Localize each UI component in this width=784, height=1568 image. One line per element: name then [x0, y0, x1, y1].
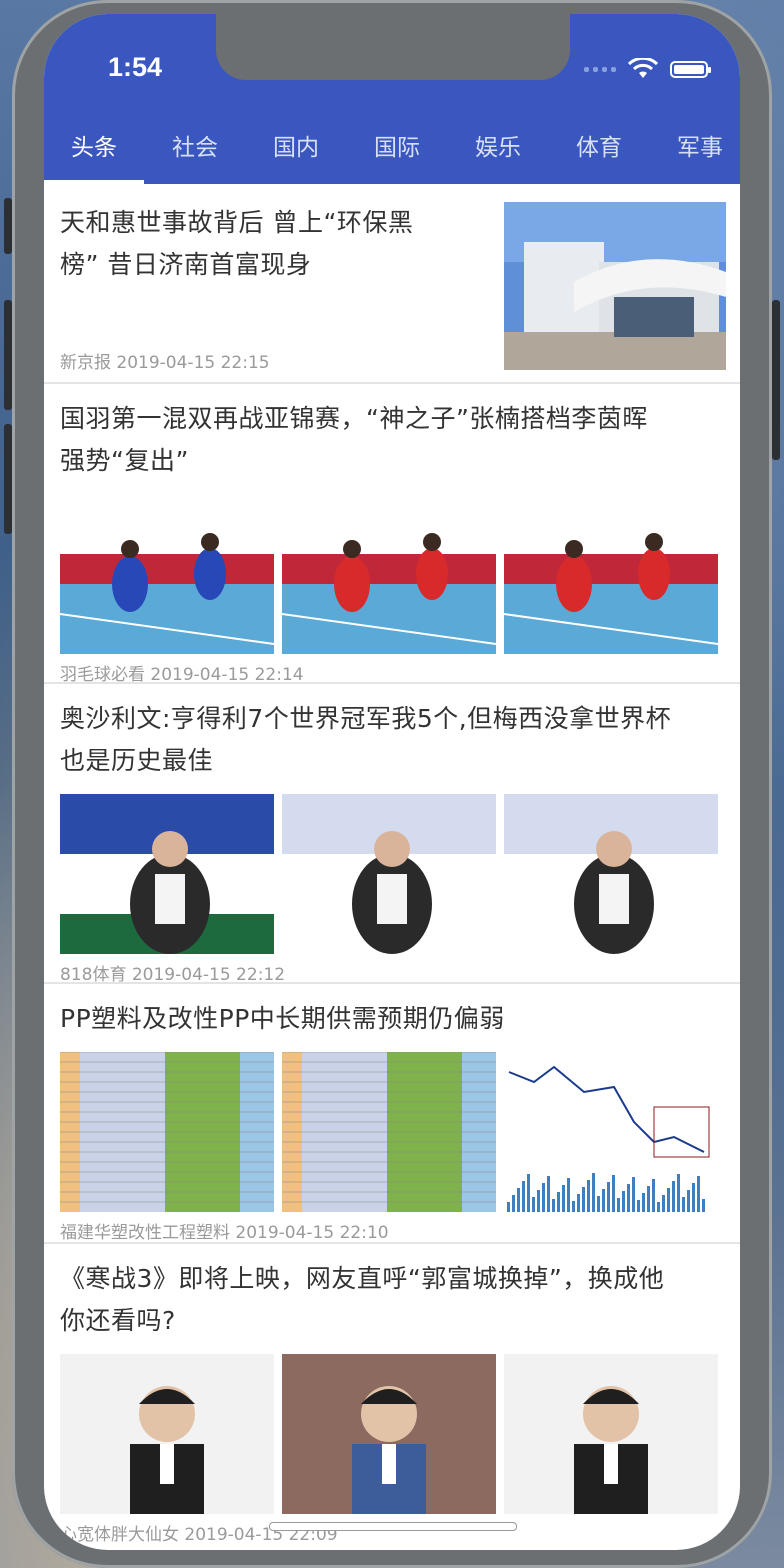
- tab-2[interactable]: 国内: [246, 128, 346, 162]
- article-title-line: PP塑料及改性PP中长期供需预期仍偏弱: [60, 1004, 505, 1033]
- badminton-photo-2[interactable]: [282, 494, 496, 654]
- volume-up-button: [4, 300, 12, 410]
- article-title-line: 奥沙利文:亨得利7个世界冠军我5个,但梅西没拿世界杯: [60, 704, 672, 733]
- article-title: 奥沙利文:亨得利7个世界冠军我5个,但梅西没拿世界杯 也是历史最佳: [60, 698, 730, 782]
- stock-chart-image[interactable]: [504, 1052, 718, 1212]
- article-time: 2019-04-15 22:15: [116, 353, 270, 373]
- tab-6[interactable]: 军事: [650, 128, 740, 162]
- article-title-line: 国羽第一混双再战亚锦赛，“神之子”张楠搭档李茵晖: [60, 404, 648, 433]
- article-source: 新京报: [60, 353, 111, 373]
- snooker-photo-3[interactable]: [504, 794, 718, 954]
- article-time: 2019-04-15 22:10: [235, 1223, 389, 1243]
- camera-notch: [216, 14, 570, 80]
- status-icons: [584, 58, 711, 80]
- volume-down-button: [4, 424, 12, 534]
- badminton-photo-3[interactable]: [504, 494, 718, 654]
- badminton-photo-1[interactable]: [60, 494, 274, 654]
- app-screen: 1:54 头条 社会 国内 国际 娱乐 体育 军事 天和惠世事故背后 曾上“环保黑 榜” 昔日…: [44, 14, 740, 1550]
- active-tab-indicator: [44, 180, 144, 184]
- news-article[interactable]: 天和惠世事故背后 曾上“环保黑 榜” 昔日济南首富现身新京报 2019-04-15…: [44, 186, 740, 384]
- article-title: PP塑料及改性PP中长期供需预期仍偏弱: [60, 998, 730, 1040]
- snooker-photo-2[interactable]: [282, 794, 496, 954]
- article-title: 天和惠世事故背后 曾上“环保黑 榜” 昔日济南首富现身: [60, 202, 490, 286]
- home-indicator[interactable]: [269, 1522, 517, 1531]
- article-title-line: 你还看吗?: [60, 1306, 176, 1335]
- snooker-photo-1[interactable]: [60, 794, 274, 954]
- article-source: 福建华塑改性工程塑料: [60, 1223, 230, 1243]
- news-article[interactable]: 奥沙利文:亨得利7个世界冠军我5个,但梅西没拿世界杯 也是历史最佳 818体育 20…: [44, 682, 740, 985]
- article-title-line: 榜” 昔日济南首富现身: [60, 250, 312, 279]
- article-meta: 福建华塑改性工程塑料 2019-04-15 22:10: [60, 1218, 389, 1243]
- article-meta: 新京报 2019-04-15 22:15: [60, 348, 270, 373]
- actor-photo-1[interactable]: [60, 1354, 274, 1514]
- tab-3[interactable]: 国际: [347, 128, 447, 162]
- article-title-line: 也是历史最佳: [60, 746, 214, 775]
- power-button: [772, 300, 780, 460]
- news-article[interactable]: 国羽第一混双再战亚锦赛，“神之子”张楠搭档李茵晖 强势“复出” 羽毛球必看 2019…: [44, 382, 740, 685]
- article-title-line: 强势“复出”: [60, 446, 189, 475]
- mute-switch: [4, 198, 12, 254]
- article-title-line: 天和惠世事故背后 曾上“环保黑: [60, 208, 414, 237]
- spreadsheet-image-2[interactable]: [282, 1052, 496, 1212]
- news-article[interactable]: PP塑料及改性PP中长期供需预期仍偏弱福建华塑改性工程塑料 2019-04-15…: [44, 982, 740, 1244]
- article-title: 国羽第一混双再战亚锦赛，“神之子”张楠搭档李茵晖 强势“复出”: [60, 398, 730, 482]
- news-article[interactable]: 《寒战3》即将上映，网友直呼“郭富城换掉”，换成他 你还看吗? 心宽体胖大仙女 20…: [44, 1242, 740, 1550]
- spreadsheet-image-1[interactable]: [60, 1052, 274, 1212]
- article-title: 《寒战3》即将上映，网友直呼“郭富城换掉”，换成他 你还看吗?: [60, 1258, 730, 1342]
- building-photo[interactable]: [504, 202, 726, 370]
- actor-photo-2[interactable]: [282, 1354, 496, 1514]
- actor-photo-3[interactable]: [504, 1354, 718, 1514]
- article-title-line: 《寒战3》即将上映，网友直呼“郭富城换掉”，换成他: [60, 1264, 665, 1293]
- wifi-icon: [628, 58, 658, 78]
- battery-icon: [670, 60, 711, 78]
- tab-0[interactable]: 头条: [44, 128, 144, 162]
- tab-5[interactable]: 体育: [549, 128, 649, 162]
- signal-icon: [584, 66, 616, 72]
- tab-1[interactable]: 社会: [145, 128, 245, 162]
- article-source: 心宽体胖大仙女: [60, 1525, 179, 1545]
- status-time: 1:54: [108, 52, 163, 82]
- tab-4[interactable]: 娱乐: [448, 128, 548, 162]
- category-tabs: 头条 社会 国内 国际 娱乐 体育 军事: [44, 114, 740, 184]
